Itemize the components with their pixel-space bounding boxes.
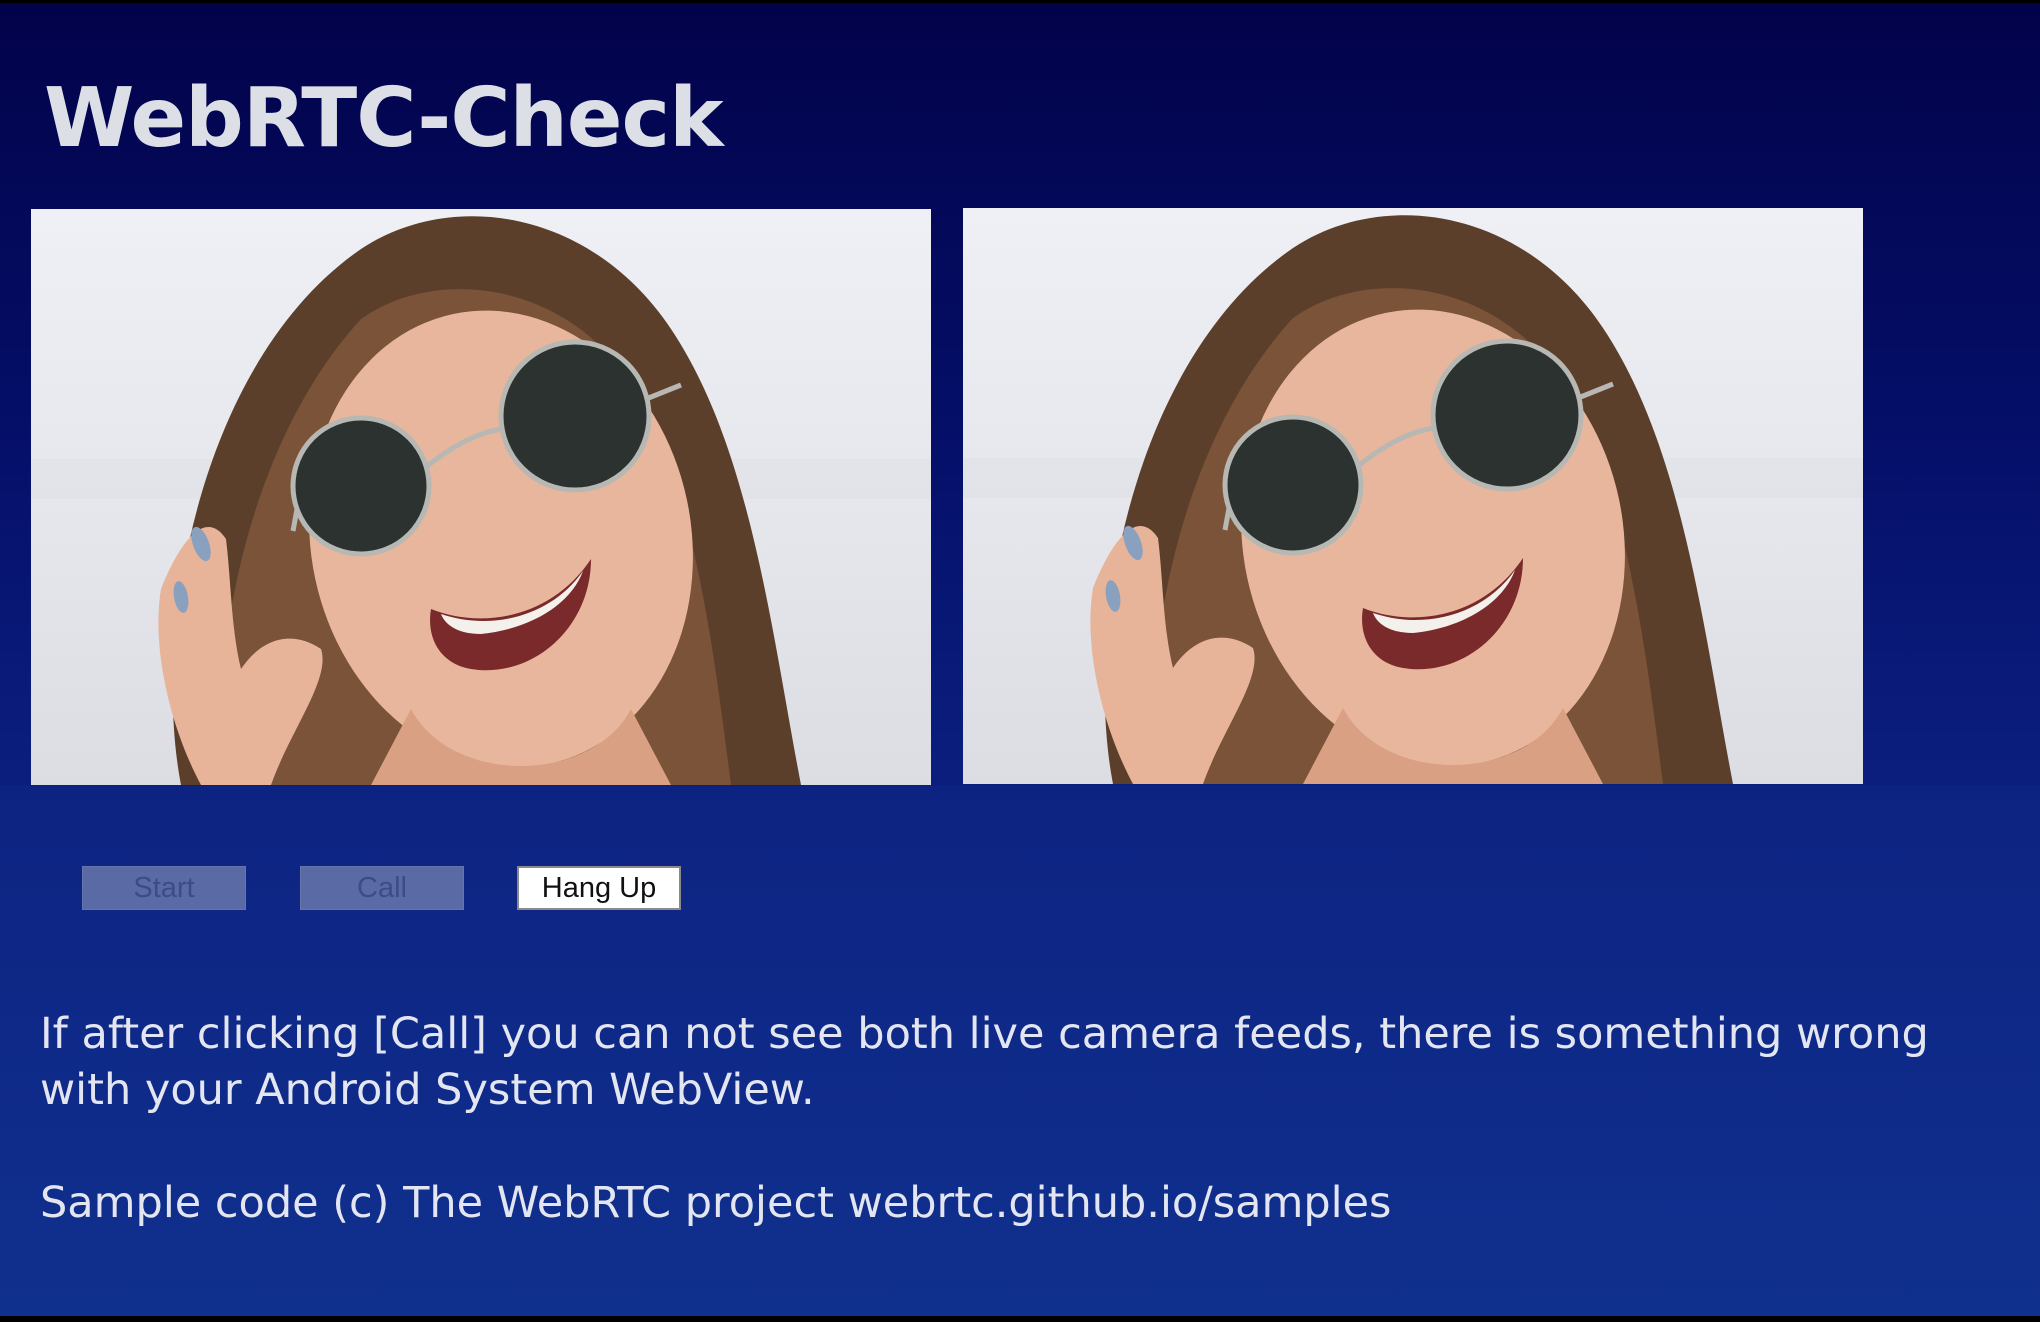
local-video-frame <box>31 209 931 785</box>
sample-credit-text: Sample code (c) The WebRTC project webrt… <box>40 1178 1392 1228</box>
webview-help-text: If after clicking [Call] you can not see… <box>40 1009 1929 1115</box>
top-border <box>0 0 2040 3</box>
remote-video <box>963 208 1863 784</box>
page-background: WebRTC-Check Start Call Hang Up If after… <box>0 0 2040 1322</box>
remote-video-frame <box>963 208 1863 784</box>
start-button[interactable]: Start <box>82 866 246 910</box>
local-video <box>31 209 931 785</box>
call-button[interactable]: Call <box>300 866 464 910</box>
page-title: WebRTC-Check <box>44 71 724 166</box>
hang-up-button[interactable]: Hang Up <box>517 866 681 910</box>
bottom-border <box>0 1316 2040 1322</box>
